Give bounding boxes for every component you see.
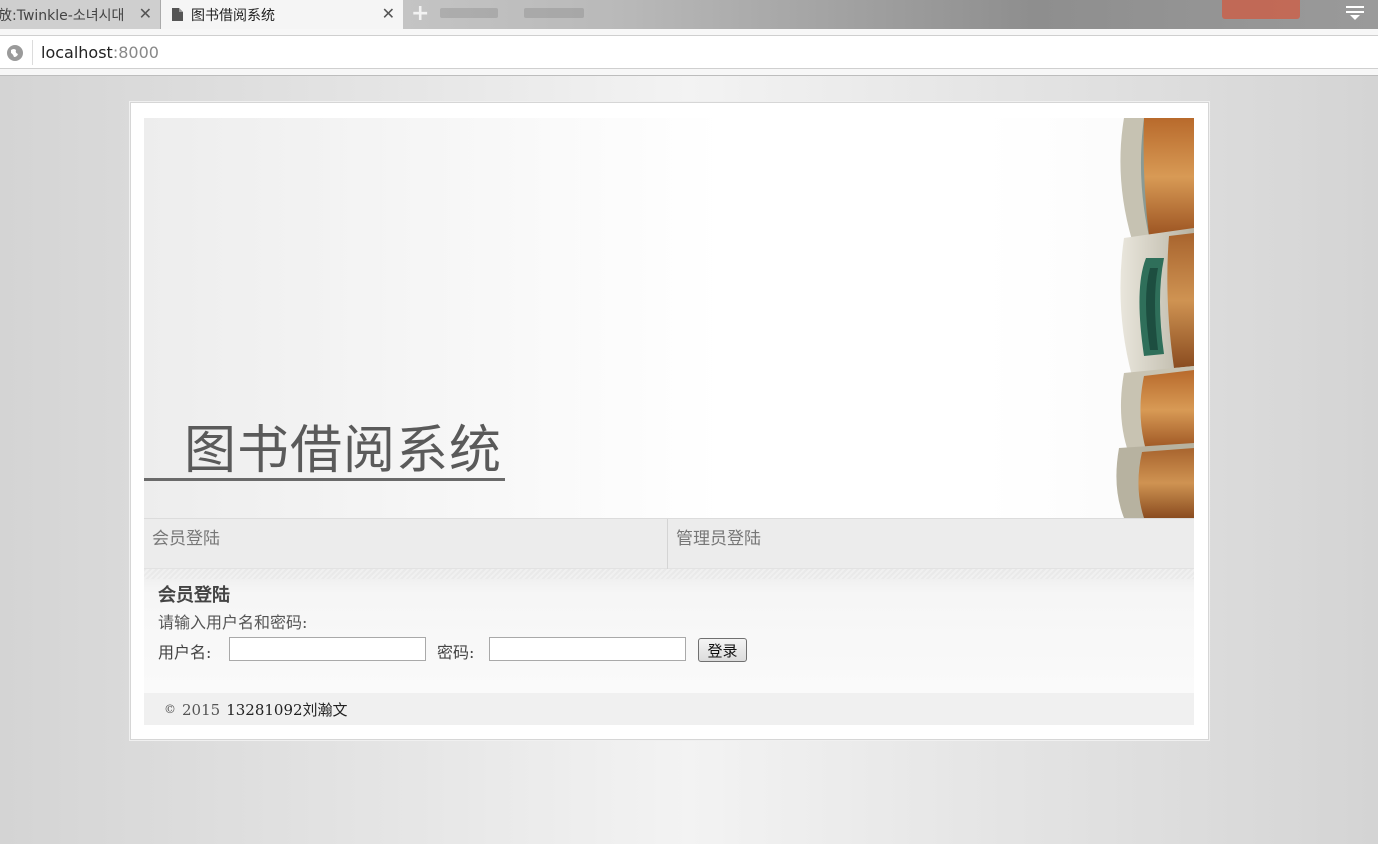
bookmark-blur [524, 8, 584, 18]
url-host: localhost [41, 43, 113, 62]
url-separator [32, 40, 33, 65]
login-button[interactable]: 登录 [698, 638, 747, 662]
copyright-symbol: © [164, 702, 176, 716]
tab-close-icon[interactable]: ✕ [139, 5, 152, 23]
username-label: 用户名: [158, 643, 212, 662]
toolbar-red-button[interactable] [1222, 0, 1300, 19]
footer-year: 2015 [182, 701, 221, 719]
tab-title: 放:Twinkle-소녀시대 [0, 7, 124, 24]
form-hint: 请输入用户名和密码: [158, 613, 308, 632]
footer-author: 13281092刘瀚文 [226, 701, 348, 719]
url-text[interactable]: localhost:8000 [41, 43, 159, 62]
tab-title: 图书借阅系统 [191, 7, 275, 24]
page-container: 图书借阅系统 会员登陆 管理员登陆 会员登陆 请输入用户名和密码: 用户名: 密… [130, 102, 1209, 740]
username-input[interactable] [229, 637, 426, 661]
banner-title: 图书借阅系统 [184, 421, 503, 481]
new-tab-icon[interactable]: + [411, 2, 429, 26]
decorative-stripes [144, 569, 1194, 579]
footer: © 2015 13281092刘瀚文 [144, 693, 1194, 725]
credentials-row: 用户名: 密码: 登录 [158, 637, 858, 663]
form-heading: 会员登陆 [158, 585, 230, 606]
banner-underline [144, 478, 505, 481]
tab-admin-login[interactable]: 管理员登陆 [668, 519, 1194, 569]
tab-close-icon[interactable]: ✕ [382, 5, 395, 23]
globe-icon [6, 44, 24, 62]
address-bar: localhost:8000 [0, 29, 1378, 76]
url-port: :8000 [112, 43, 159, 62]
password-label: 密码: [437, 643, 475, 662]
login-form: 会员登陆 请输入用户名和密码: 用户名: 密码: 登录 [144, 569, 1194, 693]
books-image [974, 118, 1194, 518]
login-type-tabs: 会员登陆 管理员登陆 [144, 518, 1194, 569]
footer-text: © 2015 13281092刘瀚文 [164, 699, 348, 720]
tab-member-login[interactable]: 会员登陆 [144, 519, 668, 569]
banner: 图书借阅系统 [144, 118, 1194, 518]
password-input[interactable] [489, 637, 686, 661]
browser-tab-active[interactable]: 图书借阅系统 ✕ [161, 0, 403, 29]
browser-tab-inactive[interactable]: 放:Twinkle-소녀시대 ✕ [0, 0, 161, 29]
bookmark-blur [440, 8, 498, 18]
menu-icon[interactable] [1346, 5, 1364, 21]
url-field[interactable]: localhost:8000 [0, 35, 1378, 69]
document-icon [172, 8, 183, 21]
browser-tab-bar: 放:Twinkle-소녀시대 ✕ 图书借阅系统 ✕ + [0, 0, 1378, 29]
